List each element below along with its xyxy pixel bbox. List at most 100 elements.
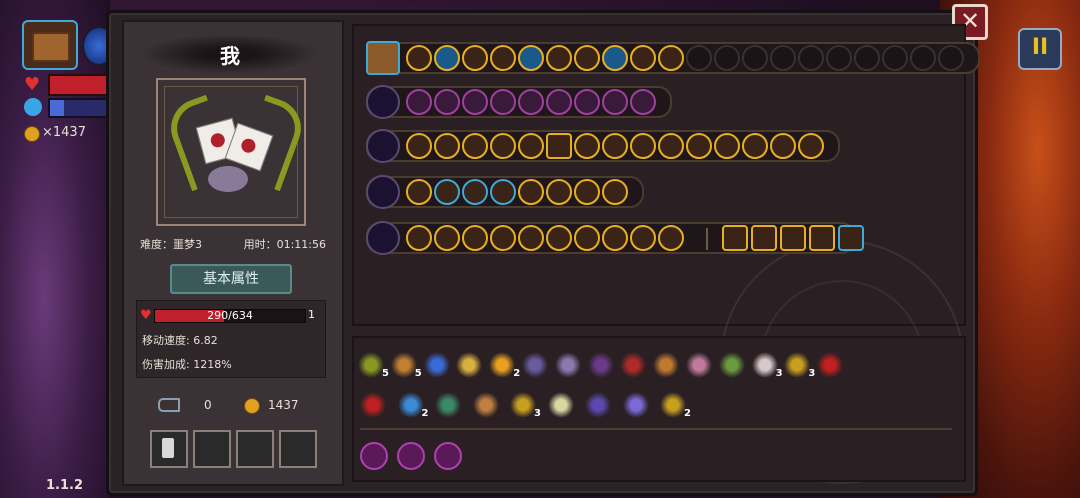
upgrade-icon[interactable] (658, 225, 684, 251)
relic-item[interactable] (784, 352, 811, 378)
upgrade-icon[interactable] (462, 225, 488, 251)
relic-item[interactable] (622, 392, 649, 418)
empty-upgrade-slot[interactable] (882, 45, 908, 71)
upgrade-icon[interactable] (490, 89, 516, 115)
empty-upgrade-slot[interactable] (742, 45, 768, 71)
upgrade-icon[interactable] (798, 133, 824, 159)
upgrade-icon[interactable] (518, 179, 544, 205)
stacked-upgrade-icon[interactable] (722, 225, 748, 251)
upgrade-icon[interactable] (602, 179, 628, 205)
upgrade-icon[interactable] (630, 133, 656, 159)
upgrade-icon[interactable] (574, 179, 600, 205)
relic-item[interactable] (358, 352, 384, 378)
upgrade-icon[interactable] (434, 225, 460, 251)
upgrade-icon[interactable] (546, 89, 572, 115)
upgrade-icon[interactable] (686, 133, 712, 159)
relic-item[interactable] (435, 392, 461, 418)
upgrade-icon[interactable] (658, 133, 684, 159)
upgrade-icon[interactable] (602, 133, 628, 159)
stacked-upgrade-icon[interactable] (780, 225, 806, 251)
relic-item[interactable] (423, 352, 450, 378)
relic-item[interactable] (360, 392, 386, 418)
upgrade-icon[interactable] (490, 225, 516, 251)
tab-basic-attributes[interactable]: 基本属性 (170, 264, 292, 294)
stacked-upgrade-icon[interactable] (809, 225, 835, 251)
pause-button[interactable]: II (1018, 28, 1062, 70)
upgrade-icon[interactable] (462, 89, 488, 115)
upgrade-icon[interactable] (518, 225, 544, 251)
upgrade-icon[interactable] (406, 45, 432, 71)
relic-item[interactable] (718, 352, 745, 378)
equipment-slot-1[interactable] (150, 430, 188, 468)
curse-orb-item[interactable] (360, 442, 388, 470)
upgrade-icon[interactable] (518, 133, 544, 159)
upgrade-icon[interactable] (462, 45, 488, 71)
upgrade-icon[interactable] (406, 179, 432, 205)
upgrade-icon[interactable] (714, 133, 740, 159)
empty-upgrade-slot[interactable] (910, 45, 936, 71)
upgrade-icon[interactable] (658, 45, 684, 71)
relic-item[interactable] (653, 352, 680, 378)
upgrade-icon[interactable] (602, 225, 628, 251)
upgrade-icon[interactable] (630, 45, 656, 71)
weapon-purple-orb-icon[interactable] (366, 85, 400, 119)
curse-orb-item[interactable] (397, 442, 425, 470)
upgrade-icon[interactable] (406, 89, 432, 115)
upgrade-icon[interactable] (602, 45, 628, 71)
empty-upgrade-slot[interactable] (854, 45, 880, 71)
upgrade-icon[interactable] (546, 225, 572, 251)
relic-item[interactable] (547, 392, 574, 418)
relic-item[interactable] (397, 392, 424, 418)
relic-item[interactable] (585, 392, 611, 418)
weapon-spear-icon[interactable] (366, 221, 400, 255)
relic-item[interactable] (554, 352, 581, 378)
upgrade-icon[interactable] (630, 225, 656, 251)
upgrade-icon[interactable] (490, 133, 516, 159)
stacked-upgrade-icon[interactable] (838, 225, 864, 251)
relic-item[interactable] (489, 352, 516, 378)
relic-item[interactable] (472, 392, 499, 418)
upgrade-icon[interactable] (434, 179, 460, 205)
relic-item[interactable] (686, 352, 712, 378)
equipment-slot-2[interactable] (193, 430, 231, 468)
weapon-wand-icon[interactable] (366, 175, 400, 209)
stacked-upgrade-icon[interactable] (751, 225, 777, 251)
relic-item[interactable] (817, 352, 844, 378)
empty-upgrade-slot[interactable] (686, 45, 712, 71)
curse-orb-item[interactable] (434, 442, 462, 470)
weapon-chest-icon[interactable] (366, 41, 400, 75)
upgrade-icon[interactable] (546, 133, 572, 159)
equipment-slot-4[interactable] (279, 430, 317, 468)
upgrade-icon[interactable] (630, 89, 656, 115)
relic-item[interactable] (522, 352, 548, 378)
upgrade-icon[interactable] (406, 133, 432, 159)
upgrade-icon[interactable] (406, 225, 432, 251)
upgrade-icon[interactable] (462, 179, 488, 205)
empty-upgrade-slot[interactable] (714, 45, 740, 71)
empty-upgrade-slot[interactable] (938, 45, 964, 71)
upgrade-icon[interactable] (574, 225, 600, 251)
inventory-chest-button[interactable] (22, 20, 78, 70)
upgrade-icon[interactable] (490, 45, 516, 71)
upgrade-icon[interactable] (434, 45, 460, 71)
upgrade-icon[interactable] (602, 89, 628, 115)
weapon-staff-icon[interactable] (366, 129, 400, 163)
empty-upgrade-slot[interactable] (798, 45, 824, 71)
upgrade-icon[interactable] (518, 89, 544, 115)
upgrade-icon[interactable] (742, 133, 768, 159)
relic-item[interactable] (456, 352, 483, 378)
empty-upgrade-slot[interactable] (826, 45, 852, 71)
relic-item[interactable] (620, 352, 647, 378)
upgrade-icon[interactable] (518, 45, 544, 71)
empty-upgrade-slot[interactable] (770, 45, 796, 71)
upgrade-icon[interactable] (574, 89, 600, 115)
relic-item[interactable] (751, 352, 778, 378)
upgrade-icon[interactable] (434, 89, 460, 115)
equipment-slot-3[interactable] (236, 430, 274, 468)
upgrade-icon[interactable] (770, 133, 796, 159)
upgrade-icon[interactable] (546, 45, 572, 71)
relic-item[interactable] (587, 352, 614, 378)
upgrade-icon[interactable] (434, 133, 460, 159)
relic-item[interactable] (510, 392, 536, 418)
relic-item[interactable] (390, 352, 417, 378)
